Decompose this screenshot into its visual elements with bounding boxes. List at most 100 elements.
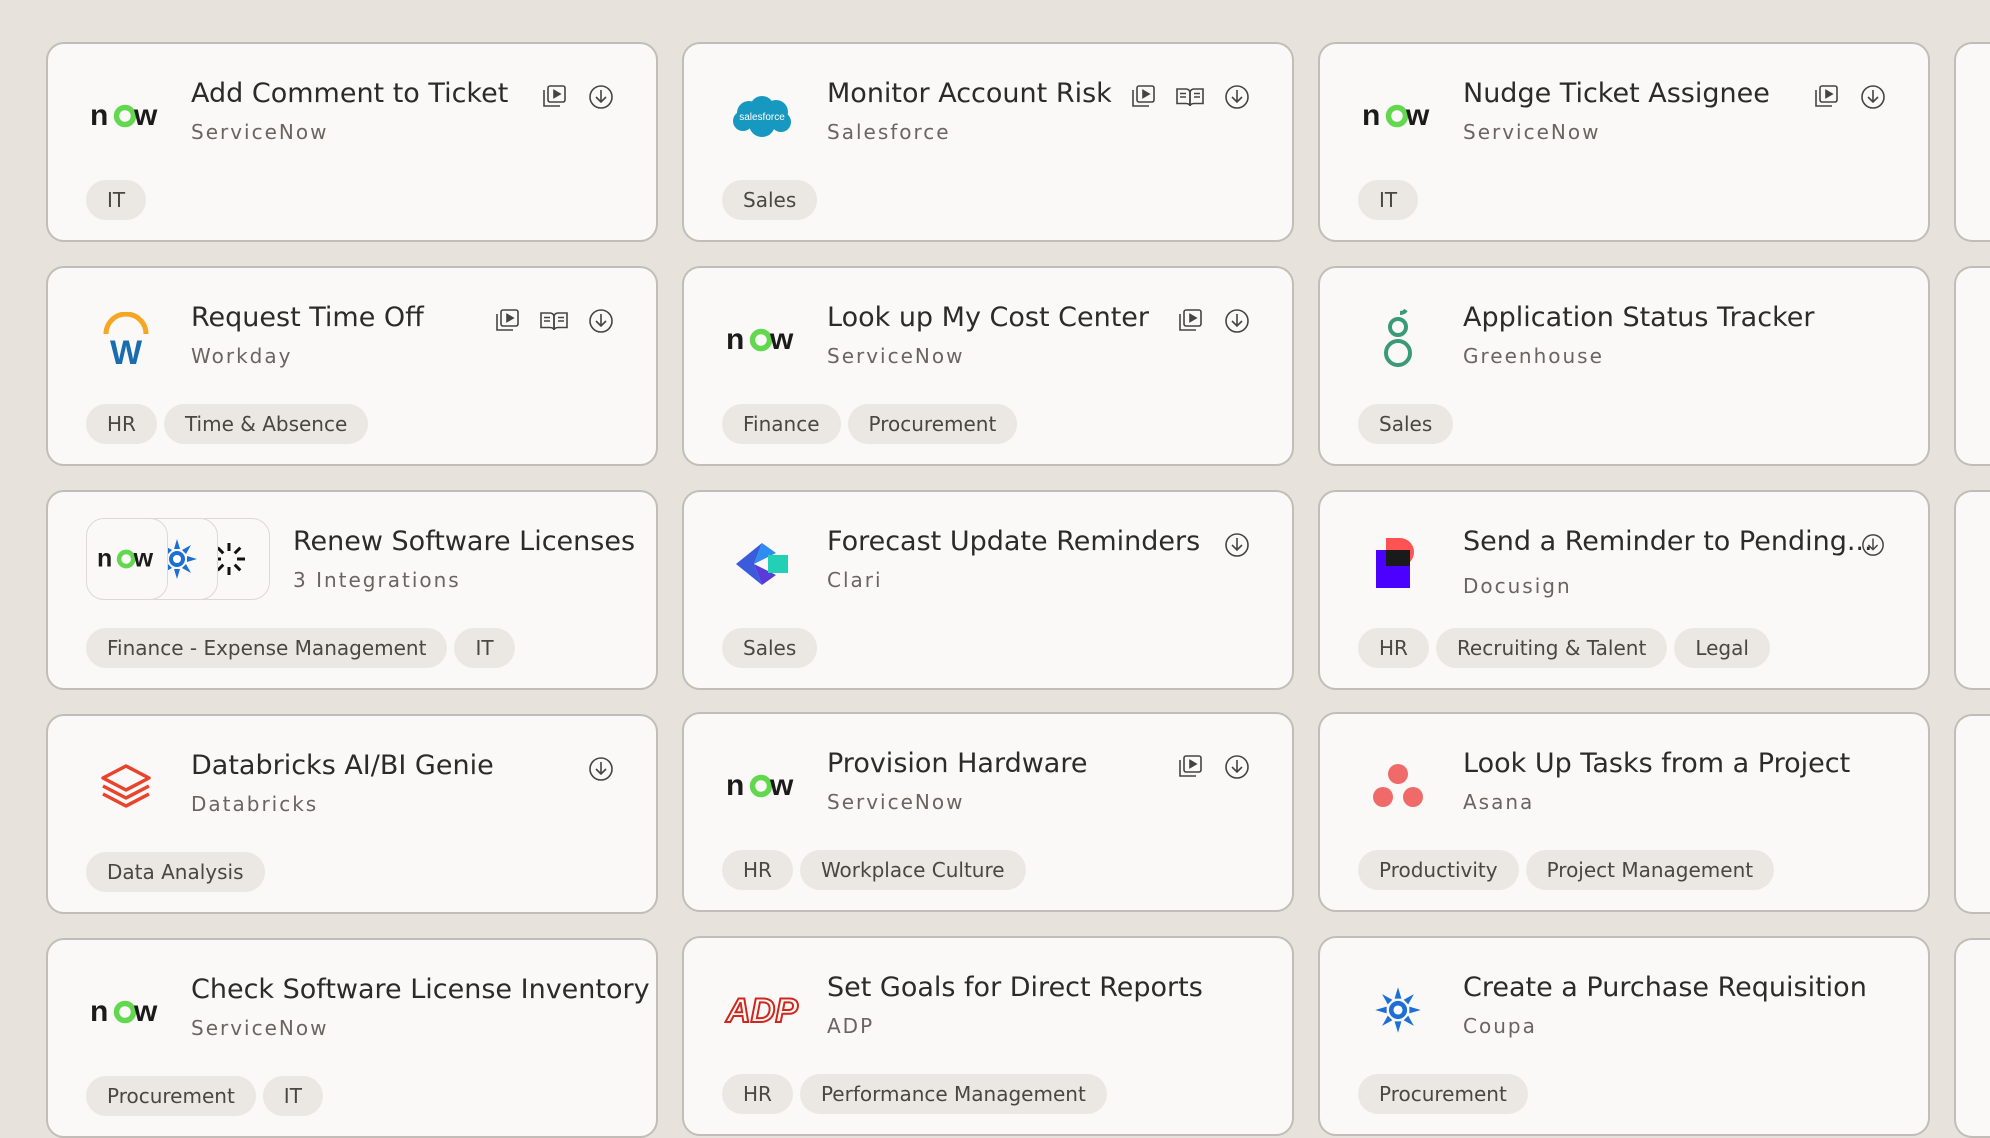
video-icon[interactable]: [1128, 82, 1158, 112]
tag[interactable]: Sales: [722, 628, 818, 668]
integration-card-partial[interactable]: [1954, 42, 1990, 242]
tag[interactable]: Productivity: [1358, 850, 1519, 890]
tag[interactable]: HR: [722, 850, 793, 890]
card-actions: [1175, 752, 1252, 782]
card-title: Renew Software Licenses: [293, 526, 636, 557]
download-icon[interactable]: [1222, 82, 1252, 112]
svg-text:w: w: [769, 325, 794, 355]
tag[interactable]: Data Analysis: [86, 852, 265, 892]
integration-card[interactable]: Create a Purchase Requisition Coupa Proc…: [1318, 936, 1930, 1136]
integration-card[interactable]: nw Look up My Cost Center ServiceNow Fin…: [682, 266, 1294, 466]
salesforce-logo: salesforce: [722, 84, 802, 148]
adp-logo-text: ADP: [725, 992, 798, 1030]
card-subtitle: Coupa: [1463, 1014, 1537, 1038]
tag[interactable]: HR: [722, 1074, 793, 1114]
svg-text:n: n: [726, 771, 744, 801]
card-actions: [539, 82, 616, 112]
coupa-logo: [1358, 978, 1438, 1042]
card-subtitle: Greenhouse: [1463, 344, 1604, 368]
tag[interactable]: IT: [1358, 180, 1419, 220]
tag-list: Productivity Project Management: [1358, 850, 1775, 890]
video-icon[interactable]: [492, 306, 522, 336]
svg-text:n: n: [726, 325, 744, 355]
integration-card[interactable]: Application Status Tracker Greenhouse Sa…: [1318, 266, 1930, 466]
download-icon[interactable]: [586, 754, 616, 784]
docusign-logo: [1358, 532, 1438, 596]
tag[interactable]: Sales: [722, 180, 818, 220]
card-subtitle: 3 Integrations: [293, 568, 461, 592]
tag[interactable]: Sales: [1358, 404, 1454, 444]
servicenow-logo: nw: [1358, 84, 1438, 148]
download-icon[interactable]: [586, 82, 616, 112]
integration-card-partial[interactable]: [1954, 490, 1990, 690]
tag[interactable]: Procurement: [86, 1076, 256, 1116]
download-icon[interactable]: [1858, 82, 1888, 112]
integration-card[interactable]: Forecast Update Reminders Clari Sales: [682, 490, 1294, 690]
download-icon[interactable]: [586, 306, 616, 336]
tag-list: HR Recruiting & Talent Legal: [1358, 628, 1770, 668]
tag[interactable]: Recruiting & Talent: [1435, 628, 1668, 668]
salesforce-logo-text: salesforce: [739, 112, 785, 123]
tag-list: Procurement IT: [86, 1076, 323, 1116]
video-icon[interactable]: [1811, 82, 1841, 112]
tag-list: Sales: [1358, 404, 1454, 444]
svg-text:n: n: [90, 997, 108, 1027]
card-title: Add Comment to Ticket: [191, 78, 509, 109]
tag[interactable]: Performance Management: [799, 1074, 1107, 1114]
download-icon[interactable]: [1222, 752, 1252, 782]
tag[interactable]: IT: [86, 180, 147, 220]
tag[interactable]: Procurement: [847, 404, 1018, 444]
tag[interactable]: HR: [1358, 628, 1429, 668]
integration-card[interactable]: nw Add Comment to Ticket ServiceNow IT: [46, 42, 658, 242]
svg-text:w: w: [1405, 101, 1430, 131]
video-icon[interactable]: [539, 82, 569, 112]
greenhouse-logo: [1358, 308, 1438, 372]
video-icon[interactable]: [1175, 752, 1205, 782]
tag[interactable]: Procurement: [1358, 1074, 1528, 1114]
tag[interactable]: HR: [86, 404, 157, 444]
integration-card-partial[interactable]: [1954, 266, 1990, 466]
servicenow-logo: nw: [722, 308, 802, 372]
card-actions: [1811, 82, 1888, 112]
tag[interactable]: Project Management: [1525, 850, 1775, 890]
tag[interactable]: Time & Absence: [163, 404, 369, 444]
tag[interactable]: IT: [454, 628, 515, 668]
svg-text:w: w: [133, 997, 158, 1027]
integration-card[interactable]: nw Provision Hardware ServiceNow HR Work…: [682, 712, 1294, 912]
tag[interactable]: Legal: [1674, 628, 1770, 668]
tag-list: Finance Procurement: [722, 404, 1018, 444]
integration-card[interactable]: Databricks AI/BI Genie Databricks Data A…: [46, 714, 658, 914]
integration-card[interactable]: W Request Time Off Workday HR Time & Abs…: [46, 266, 658, 466]
tag[interactable]: Workplace Culture: [799, 850, 1026, 890]
card-title: Create a Purchase Requisition: [1463, 972, 1867, 1003]
integration-card[interactable]: ADP Set Goals for Direct Reports ADP HR …: [682, 936, 1294, 1136]
book-icon[interactable]: [1175, 82, 1205, 112]
book-icon[interactable]: [539, 306, 569, 336]
card-title: Check Software License Inventory: [191, 974, 650, 1005]
download-icon[interactable]: [1858, 530, 1888, 560]
tag-list: HR Time & Absence: [86, 404, 369, 444]
card-subtitle: Asana: [1463, 790, 1535, 814]
workday-logo: W: [86, 308, 166, 372]
integration-card[interactable]: nw Check Software License Inventory Serv…: [46, 938, 658, 1138]
tag[interactable]: Finance: [722, 404, 841, 444]
tag-list: IT: [86, 180, 147, 220]
card-title: Look Up Tasks from a Project: [1463, 748, 1851, 779]
download-icon[interactable]: [1222, 530, 1252, 560]
card-subtitle: Clari: [827, 568, 883, 592]
tag-list: Sales: [722, 628, 818, 668]
tag[interactable]: Finance - Expense Management: [86, 628, 448, 668]
integration-card-partial[interactable]: [1954, 938, 1990, 1138]
card-subtitle: ADP: [827, 1014, 875, 1038]
integration-card[interactable]: salesforce Monitor Account Risk Salesfor…: [682, 42, 1294, 242]
download-icon[interactable]: [1222, 306, 1252, 336]
integration-card[interactable]: Send a Reminder to Pending... Docusign H…: [1318, 490, 1930, 690]
card-actions: [1175, 306, 1252, 336]
tag[interactable]: IT: [262, 1076, 323, 1116]
integration-card[interactable]: nw Nudge Ticket Assignee ServiceNow IT: [1318, 42, 1930, 242]
integration-card[interactable]: nw Renew Software Licenses 3 Integration…: [46, 490, 658, 690]
video-icon[interactable]: [1175, 306, 1205, 336]
card-actions: [492, 306, 616, 336]
integration-card[interactable]: Look Up Tasks from a Project Asana Produ…: [1318, 712, 1930, 912]
integration-card-partial[interactable]: [1954, 714, 1990, 914]
